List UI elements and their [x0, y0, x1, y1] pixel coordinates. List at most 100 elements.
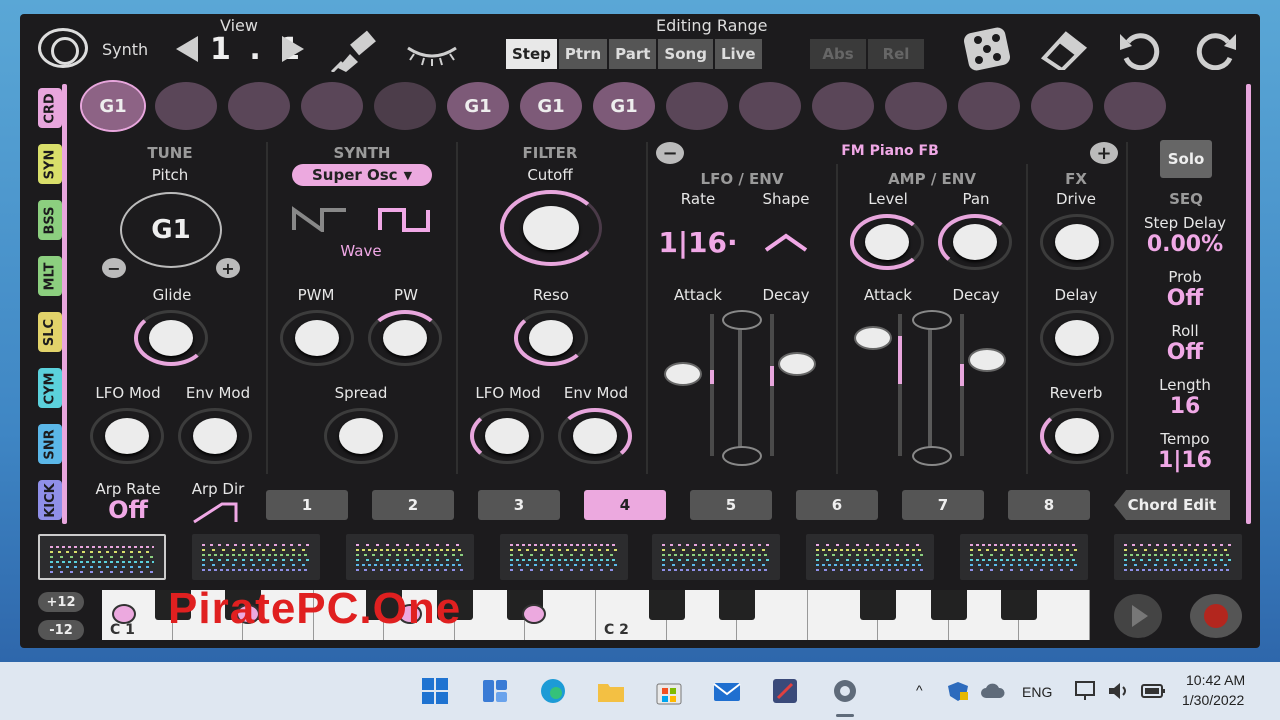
arp-rate-value[interactable]: Off [84, 496, 172, 524]
tune-env-mod-knob[interactable] [178, 408, 252, 464]
lfo-envelope-bottom-icon[interactable] [722, 446, 762, 466]
amp-decay-handle[interactable] [968, 348, 1006, 372]
arp-dir-up-icon[interactable] [192, 498, 238, 524]
file-explorer-icon[interactable] [596, 676, 626, 706]
step-pad[interactable] [228, 82, 290, 130]
play-button[interactable] [1114, 594, 1162, 638]
pattern-thumbnail[interactable] [1114, 534, 1242, 580]
step-pad[interactable]: G1 [447, 82, 509, 130]
lfo-attack-handle[interactable] [664, 362, 702, 386]
step-pad[interactable] [958, 82, 1020, 130]
amp-envelope-bottom-icon[interactable] [912, 446, 952, 466]
preset-name[interactable]: FM Piano FB [800, 143, 980, 159]
eraser-icon[interactable] [1040, 28, 1088, 70]
step-pad[interactable]: G1 [520, 82, 582, 130]
pattern-thumbnail[interactable] [346, 534, 474, 580]
instrument-tab-cym[interactable]: CYM [38, 368, 62, 408]
pattern-thumbnail[interactable] [652, 534, 780, 580]
step-pad[interactable]: G1 [80, 80, 146, 132]
battery-icon[interactable] [1140, 682, 1166, 700]
octave-up-button[interactable]: +12 [38, 592, 84, 612]
settings-gear-icon[interactable] [830, 676, 860, 706]
instrument-tab-syn[interactable]: SYN [38, 144, 62, 184]
saw-wave-icon[interactable] [292, 206, 348, 232]
cutoff-knob[interactable] [500, 190, 602, 266]
black-key[interactable] [719, 590, 756, 620]
amp-envelope-top-icon[interactable] [912, 310, 952, 330]
mail-icon[interactable] [712, 676, 742, 706]
pattern-thumbnail[interactable] [192, 534, 320, 580]
tray-chevron-icon[interactable]: ^ [916, 682, 923, 698]
pattern-button-6[interactable]: 6 [796, 490, 878, 520]
roll-value[interactable]: Off [1132, 340, 1238, 365]
prob-value[interactable]: Off [1132, 286, 1238, 311]
step-pad[interactable]: G1 [593, 82, 655, 130]
step-pad[interactable] [739, 82, 801, 130]
pitch-increase-button[interactable]: + [216, 258, 240, 278]
dice-icon[interactable] [960, 26, 1014, 72]
solo-button[interactable]: Solo [1160, 140, 1212, 178]
step-pad[interactable] [1104, 82, 1166, 130]
pattern-button-7[interactable]: 7 [902, 490, 984, 520]
oscillator-select[interactable]: Super Osc ▼ [292, 164, 432, 186]
view-next-icon[interactable] [282, 36, 304, 62]
black-key[interactable] [860, 590, 897, 620]
redo-icon[interactable] [1192, 28, 1240, 70]
tempo-value[interactable]: 1|16 [1132, 448, 1238, 473]
remove-button[interactable]: − [656, 142, 684, 164]
lfo-attack-slider[interactable] [710, 314, 714, 456]
reverb-knob[interactable] [1040, 408, 1114, 464]
undo-icon[interactable] [1116, 28, 1164, 70]
pattern-thumbnail[interactable] [960, 534, 1088, 580]
lfo-envelope-top-icon[interactable] [722, 310, 762, 330]
pitch-decrease-button[interactable]: − [102, 258, 126, 278]
delay-knob[interactable] [1040, 310, 1114, 366]
lfo-rate-value[interactable]: 1|16· [648, 226, 748, 259]
pattern-button-8[interactable]: 8 [1008, 490, 1090, 520]
pattern-button-3[interactable]: 3 [478, 490, 560, 520]
amp-level-knob[interactable] [850, 214, 924, 270]
step-pad[interactable] [155, 82, 217, 130]
eye-closed-icon[interactable] [404, 38, 460, 68]
network-icon[interactable] [1074, 680, 1100, 702]
clock-time[interactable]: 10:42 AM [1186, 672, 1245, 688]
view-previous-icon[interactable] [176, 36, 198, 62]
clock-date[interactable]: 1/30/2022 [1182, 692, 1244, 708]
add-button[interactable]: + [1090, 142, 1118, 164]
pitch-value[interactable]: G1 [120, 192, 222, 268]
instrument-tab-slc[interactable]: SLC [38, 312, 62, 352]
range-tab-song[interactable]: Song [658, 39, 713, 69]
instrument-tab-crd[interactable]: CRD [38, 88, 62, 128]
pattern-button-4[interactable]: 4 [584, 490, 666, 520]
pencil-tool-icon[interactable] [328, 28, 384, 72]
app-logo-icon[interactable] [38, 28, 88, 68]
step-pad[interactable] [374, 82, 436, 130]
amp-attack-handle[interactable] [854, 326, 892, 350]
chord-edit-button[interactable]: Chord Edit [1114, 490, 1230, 520]
onedrive-cloud-icon[interactable] [980, 682, 1006, 700]
edge-browser-icon[interactable] [538, 676, 568, 706]
length-value[interactable]: 16 [1132, 394, 1238, 419]
pattern-thumbnail[interactable] [38, 534, 166, 580]
black-key[interactable] [648, 590, 685, 620]
reso-knob[interactable] [514, 310, 588, 366]
square-wave-icon[interactable] [378, 206, 434, 232]
widgets-icon[interactable] [480, 676, 510, 706]
drive-knob[interactable] [1040, 214, 1114, 270]
range-tab-ptrn[interactable]: Ptrn [558, 39, 608, 69]
black-key[interactable] [1001, 590, 1038, 620]
range-tab-step[interactable]: Step [506, 39, 557, 69]
triangle-wave-icon[interactable] [764, 232, 808, 254]
step-pad[interactable] [301, 82, 363, 130]
tune-lfo-mod-knob[interactable] [90, 408, 164, 464]
instrument-tab-snr[interactable]: SNR [38, 424, 62, 464]
store-icon[interactable] [654, 676, 684, 706]
range-tab-part[interactable]: Part [609, 39, 657, 69]
step-pad[interactable] [885, 82, 947, 130]
black-key[interactable] [930, 590, 967, 620]
octave-down-button[interactable]: -12 [38, 620, 84, 640]
instrument-tab-bss[interactable]: BSS [38, 200, 62, 240]
pattern-thumbnail[interactable] [806, 534, 934, 580]
language-indicator[interactable]: ENG [1022, 684, 1052, 700]
pattern-button-5[interactable]: 5 [690, 490, 772, 520]
